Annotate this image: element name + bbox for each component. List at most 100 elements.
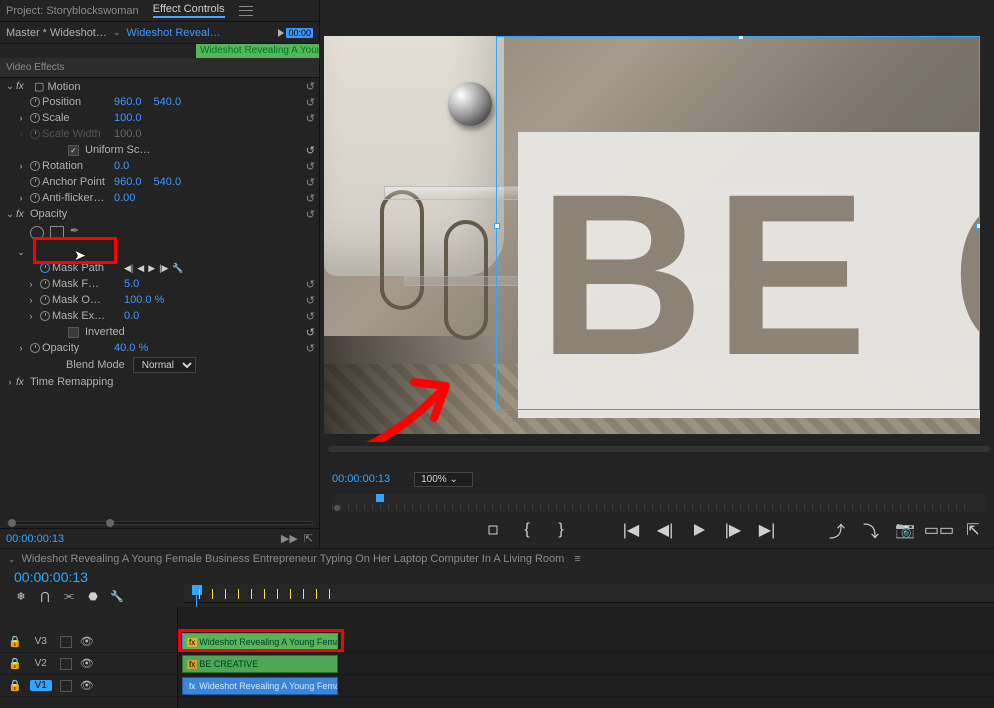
chevron-right-icon[interactable]: › — [30, 279, 33, 289]
chevron-down-icon[interactable]: ⌄ — [113, 27, 121, 38]
mask-expansion-row[interactable]: › Mask Ex… 0.0 — [20, 308, 319, 324]
clip-v2[interactable]: fx BE CREATIVE — [182, 655, 338, 673]
snap-icon[interactable]: ❄ — [14, 589, 28, 603]
scrub-handle-left[interactable] — [8, 519, 16, 527]
stopwatch-icon[interactable] — [40, 279, 50, 289]
reset-icon[interactable] — [306, 111, 315, 125]
timeline-caret-icon[interactable] — [278, 29, 284, 37]
go-to-out-icon[interactable]: ▶| — [758, 522, 776, 538]
mark-out-icon[interactable]: } — [552, 522, 570, 538]
monitor-canvas-area[interactable]: BE CR — [324, 6, 994, 442]
mark-in-icon[interactable] — [484, 522, 502, 538]
stopwatch-icon[interactable] — [30, 161, 40, 171]
chevron-right-icon[interactable]: › — [20, 161, 23, 171]
group-opacity-row[interactable]: › Opacity 40.0 % — [10, 340, 319, 356]
go-to-in-icon[interactable]: |◀ — [622, 522, 640, 538]
reset-icon[interactable] — [306, 326, 315, 339]
chevron-right-icon[interactable]: › — [20, 343, 23, 353]
loop-icon[interactable]: ▶▶ — [281, 532, 298, 545]
timeline-playhead[interactable] — [192, 585, 202, 595]
inverted-row[interactable]: Inverted — [20, 324, 319, 340]
motion-group[interactable]: ⌄ fx ▢ Motion — [0, 78, 319, 94]
zoom-select[interactable]: 100% ⌄ — [414, 472, 473, 487]
reset-opacity-icon[interactable] — [306, 207, 315, 221]
reset-icon[interactable] — [306, 95, 315, 109]
blend-mode-row[interactable]: Blend Mode Normal — [10, 356, 319, 374]
mask-feather-row[interactable]: › Mask F… 5.0 — [20, 276, 319, 292]
twist-down-icon[interactable]: ⌄ — [6, 209, 14, 220]
step-forward-icon[interactable]: |▶ — [724, 522, 742, 538]
lock-icon[interactable]: 🔒 — [8, 635, 22, 648]
chevron-right-icon[interactable]: › — [30, 295, 33, 305]
lock-icon[interactable]: 🔒 — [8, 657, 22, 670]
eye-icon[interactable]: 👁 — [80, 657, 94, 670]
stopwatch-icon[interactable] — [40, 311, 50, 321]
time-remapping-group[interactable]: › fx Time Remapping — [0, 374, 319, 390]
camera-icon[interactable]: 📷 — [896, 522, 914, 538]
track-toggle[interactable] — [60, 680, 72, 692]
timeline-timecode[interactable]: 00:00:00:13 — [0, 569, 994, 585]
mini-playhead[interactable]: 00:00 — [286, 28, 313, 38]
source-clip-link[interactable]: Wideshot Reveal… — [126, 27, 220, 39]
chevron-down-icon[interactable]: ⌄ — [8, 554, 16, 565]
position-y[interactable]: 540.0 — [154, 96, 182, 108]
stopwatch-icon[interactable] — [30, 177, 40, 187]
uniform-checkbox[interactable]: ✓ — [68, 145, 79, 156]
kf-wrench-icon[interactable]: 🔧 — [172, 263, 183, 274]
kf-play-icon[interactable]: ▶ — [148, 263, 155, 274]
antiflicker-val[interactable]: 0.00 — [114, 192, 135, 204]
lane-v2[interactable]: fx BE CREATIVE — [178, 653, 994, 675]
scale-val[interactable]: 100.0 — [114, 112, 142, 124]
antiflicker-row[interactable]: › Anti-flicker… 0.00 — [10, 190, 319, 206]
kf-prev2-icon[interactable]: ◀ — [137, 263, 144, 274]
sequence-menu-icon[interactable]: ≡ — [574, 553, 580, 565]
twist-down-icon[interactable]: ⌄ — [17, 247, 25, 258]
reset-icon[interactable] — [306, 144, 315, 157]
kf-prev-icon[interactable]: ◀| — [124, 263, 133, 274]
lane-v1[interactable]: fx Wideshot Revealing A Young Female Bus… — [178, 675, 994, 697]
panel-menu-icon[interactable] — [239, 6, 253, 16]
opacity-group[interactable]: ⌄ fx Opacity — [0, 206, 319, 222]
position-x[interactable]: 960.0 — [114, 96, 142, 108]
monitor-timecode[interactable]: 00:00:00:13 — [332, 473, 390, 485]
blend-mode-select[interactable]: Normal — [133, 357, 196, 373]
stopwatch-active-icon[interactable] — [40, 263, 50, 273]
monitor-mini-ruler[interactable] — [332, 494, 986, 512]
effect-timecode[interactable]: 00:00:00:13 — [6, 533, 64, 545]
mask-feather-val[interactable]: 5.0 — [124, 278, 139, 290]
effect-zoom-scrubber[interactable] — [6, 518, 313, 528]
track-v3-header[interactable]: 🔒 V3 👁 — [0, 631, 177, 653]
track-lanes[interactable]: fx Wideshot Revealing A Young Female Bus… — [178, 607, 994, 708]
lift-icon[interactable]: ⤴ — [828, 522, 846, 538]
twist-down-icon[interactable]: ⌄ — [6, 81, 14, 92]
stopwatch-icon[interactable] — [30, 343, 40, 353]
uniform-scale-row[interactable]: ✓ Uniform Sc… — [10, 142, 319, 158]
chevron-right-icon[interactable]: › — [9, 377, 12, 387]
monitor-scrollbar[interactable] — [328, 446, 990, 464]
reset-icon[interactable] — [306, 175, 315, 189]
anchor-x[interactable]: 960.0 — [114, 176, 142, 188]
reset-icon[interactable] — [306, 191, 315, 205]
rotation-val[interactable]: 0.0 — [114, 160, 129, 172]
stopwatch-icon[interactable] — [30, 193, 40, 203]
mark-icon[interactable]: { — [518, 522, 536, 538]
track-v2-header[interactable]: 🔒 V2 👁 — [0, 653, 177, 675]
reset-icon[interactable] — [306, 309, 315, 323]
rotation-row[interactable]: › Rotation 0.0 — [10, 158, 319, 174]
kf-next-icon[interactable]: |▶ — [159, 263, 168, 274]
lane-v3[interactable]: fx Wideshot Revealing A Young Female Bus — [178, 631, 994, 653]
marker-icon[interactable]: ⬣ — [86, 589, 100, 603]
reset-icon[interactable] — [306, 159, 315, 173]
wrench-icon[interactable]: 🔧 — [110, 589, 124, 603]
magnet-icon[interactable]: ⋂ — [38, 589, 52, 603]
export-frame-icon[interactable]: ⇱ — [964, 522, 982, 538]
step-back-icon[interactable]: ◀| — [656, 522, 674, 538]
chevron-right-icon[interactable]: › — [20, 193, 23, 203]
effect-controls-tab[interactable]: Effect Controls — [153, 3, 225, 18]
timeline-ruler[interactable] — [184, 585, 994, 603]
mask-ex-val[interactable]: 0.0 — [124, 310, 139, 322]
stopwatch-icon[interactable] — [40, 295, 50, 305]
playhead-indicator[interactable] — [376, 494, 384, 502]
track-toggle[interactable] — [60, 636, 72, 648]
reset-motion-icon[interactable] — [306, 79, 315, 93]
